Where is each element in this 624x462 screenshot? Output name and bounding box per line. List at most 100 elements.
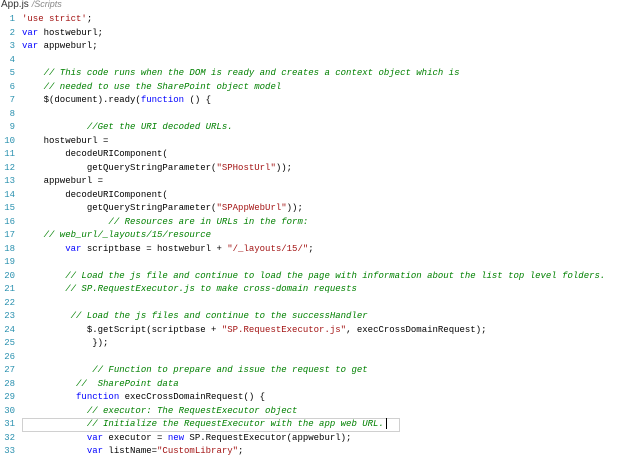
code-line[interactable]: 33 var listName="CustomLibrary";: [0, 445, 624, 459]
code-line[interactable]: 4: [0, 54, 624, 68]
code-line[interactable]: 6 // needed to use the SharePoint object…: [0, 81, 624, 95]
code-token: listName=: [103, 446, 158, 456]
code-line[interactable]: 13 appweburl =: [0, 175, 624, 189]
line-number: 11: [4, 149, 15, 159]
code-line[interactable]: 12 getQueryStringParameter("SPHostUrl"))…: [0, 162, 624, 176]
code-line[interactable]: 19: [0, 256, 624, 270]
editor-tab[interactable]: App.js/Scripts: [0, 0, 624, 13]
keyword-token: new: [167, 432, 185, 443]
code-line[interactable]: 28 // SharePoint data: [0, 378, 624, 392]
line-number: 27: [4, 365, 15, 375]
line-number: 21: [4, 284, 15, 294]
code-text: var scriptbase = hostweburl + "/_layouts…: [22, 243, 314, 257]
code-line[interactable]: 22: [0, 297, 624, 311]
code-line[interactable]: 14 decodeURIComponent(: [0, 189, 624, 203]
line-number: 19: [4, 257, 15, 267]
comment-token: // Load the js file and continue to load…: [65, 270, 606, 281]
comment-token: // Function to prepare and issue the req…: [92, 365, 368, 375]
line-number: 16: [4, 216, 15, 227]
code-token: getQueryStringParameter(: [86, 162, 217, 173]
line-number: 17: [4, 230, 15, 240]
file-name: App.js: [1, 0, 29, 10]
line-number: 14: [4, 189, 15, 200]
code-line[interactable]: 17 // web_url/_layouts/15/resource: [0, 229, 624, 243]
code-line[interactable]: 1 'use strict';: [0, 13, 624, 27]
code-line[interactable]: 30 // executor: The RequestExecutor obje…: [0, 405, 624, 419]
code-text: // This code runs when the DOM is ready …: [22, 67, 460, 81]
code-text: // SharePoint data: [22, 378, 179, 392]
code-line[interactable]: 18 var scriptbase = hostweburl + "/_layo…: [0, 243, 624, 257]
code-text: 'use strict';: [22, 13, 98, 27]
code-token: getQueryStringParameter(: [86, 203, 217, 213]
code-text: // Load the js file and continue to load…: [22, 270, 605, 284]
code-text: // Initialize the RequestExecutor with t…: [22, 418, 387, 432]
code-token: decodeURIComponent(: [65, 149, 168, 159]
line-number: 12: [4, 162, 15, 173]
keyword-token: var: [65, 243, 82, 254]
code-line[interactable]: 32 var executor = new SP.RequestExecutor…: [0, 432, 624, 446]
code-text: // SP.RequestExecutor.js to make cross-d…: [22, 283, 357, 297]
code-line[interactable]: 15 getQueryStringParameter("SPAppWebUrl"…: [0, 202, 624, 216]
code-text: // needed to use the SharePoint object m…: [22, 81, 282, 95]
code-line[interactable]: 10 hostweburl =: [0, 135, 624, 149]
code-line[interactable]: 20 // Load the js file and continue to l…: [0, 270, 624, 284]
line-number: 3: [9, 41, 15, 51]
line-number: 30: [4, 405, 15, 416]
code-token: ;: [308, 243, 314, 254]
code-token: ));: [275, 162, 293, 173]
comment-token: // This code runs when the DOM is ready …: [43, 68, 460, 78]
keyword-token: var: [22, 41, 39, 51]
line-number: 26: [4, 351, 15, 362]
code-editor[interactable]: 1 'use strict'; 2 var hostweburl; 3 var appw…: [0, 13, 624, 459]
line-number: 7: [9, 95, 15, 105]
file-path: /Scripts: [31, 0, 62, 9]
line-number: 4: [9, 54, 15, 65]
string-token: "SP.RequestExecutor.js": [221, 324, 347, 335]
code-line[interactable]: 5 // This code runs when the DOM is read…: [0, 67, 624, 81]
line-number: 33: [4, 446, 15, 456]
code-token: appweburl;: [38, 41, 98, 51]
code-line[interactable]: 8: [0, 108, 624, 122]
code-line[interactable]: 25 });: [0, 337, 624, 351]
code-text: function execCrossDomainRequest() {: [22, 391, 265, 405]
code-line[interactable]: 31 // Initialize the RequestExecutor wit…: [0, 418, 624, 432]
code-token: , execCrossDomainRequest);: [346, 324, 487, 335]
code-text: var appweburl;: [22, 40, 98, 54]
line-number: 10: [4, 135, 15, 146]
line-number: 29: [4, 392, 15, 402]
code-line[interactable]: 3 var appweburl;: [0, 40, 624, 54]
code-text: // Resources are in URLs in the form:: [22, 216, 308, 230]
code-token: });: [92, 338, 109, 348]
code-line[interactable]: 24 $.getScript(scriptbase + "SP.RequestE…: [0, 324, 624, 338]
line-number: 8: [9, 108, 15, 119]
comment-token: // Load the js files and continue to the…: [70, 311, 368, 321]
code-text: var listName="CustomLibrary";: [22, 445, 244, 459]
code-line[interactable]: 16 // Resources are in URLs in the form:: [0, 216, 624, 230]
code-line[interactable]: 7 $(document).ready(function () {: [0, 94, 624, 108]
line-number: 5: [9, 68, 15, 78]
code-line[interactable]: 21 // SP.RequestExecutor.js to make cros…: [0, 283, 624, 297]
tab-file-name[interactable]: App.js/Scripts: [1, 0, 62, 10]
keyword-token: function: [140, 95, 185, 105]
code-line[interactable]: 9 //Get the URI decoded URLs.: [0, 121, 624, 135]
code-line[interactable]: 26: [0, 351, 624, 365]
comment-token: //Get the URI decoded URLs.: [86, 122, 233, 132]
code-line[interactable]: 23 // Load the js files and continue to …: [0, 310, 624, 324]
code-line[interactable]: 27 // Function to prepare and issue the …: [0, 364, 624, 378]
code-line[interactable]: 29 function execCrossDomainRequest() {: [0, 391, 624, 405]
code-line[interactable]: 2 var hostweburl;: [0, 27, 624, 41]
line-number: 22: [4, 297, 15, 308]
code-text: hostweburl =: [22, 135, 109, 149]
keyword-token: var: [86, 432, 104, 443]
line-number: 18: [4, 243, 15, 254]
line-number: 2: [9, 27, 15, 38]
string-token: 'use strict': [22, 14, 87, 24]
code-token: SP.RequestExecutor(appweburl);: [184, 432, 352, 443]
code-token: hostweburl;: [38, 27, 104, 38]
code-token: execCrossDomainRequest() {: [119, 392, 266, 402]
text-caret: [385, 418, 387, 430]
line-number: 6: [9, 81, 15, 92]
line-number: 25: [4, 338, 15, 348]
code-line[interactable]: 11 decodeURIComponent(: [0, 148, 624, 162]
line-number: 15: [4, 203, 15, 213]
